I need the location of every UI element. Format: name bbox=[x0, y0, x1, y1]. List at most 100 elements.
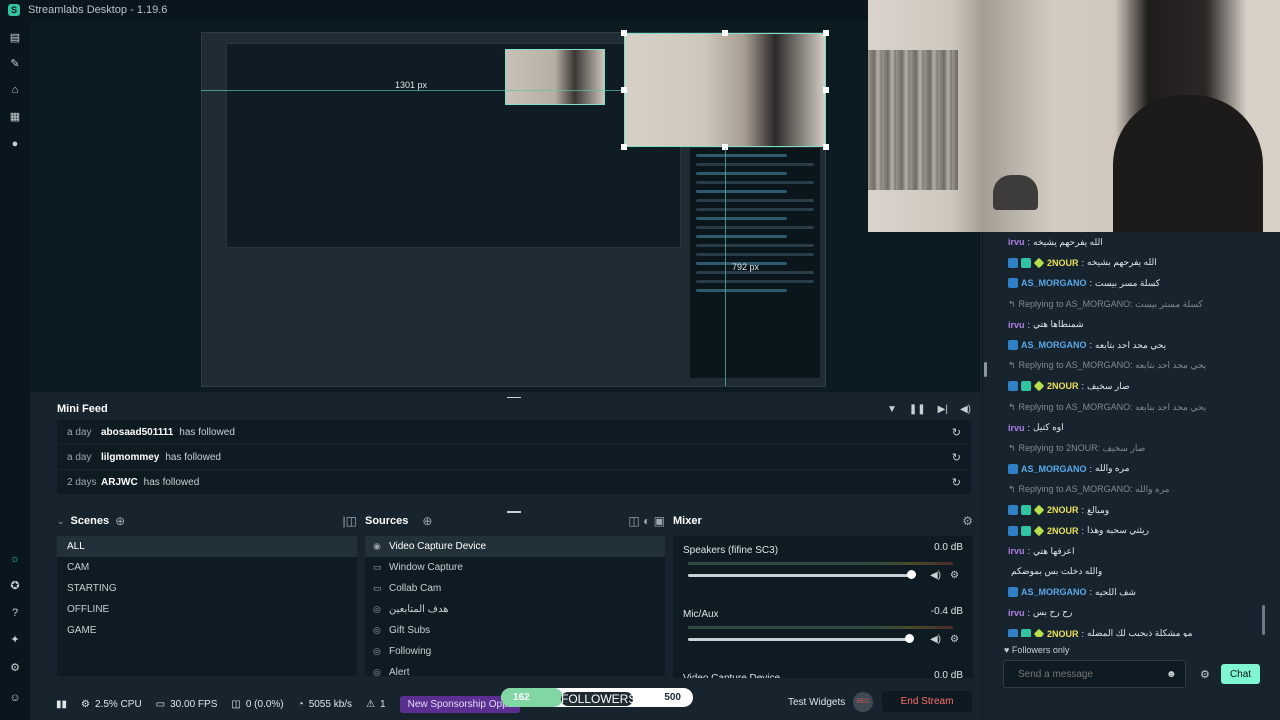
chat-message: 2NOUR: الله يفرحهم بشيخه bbox=[1008, 253, 1270, 274]
channel-db: 0.0 dB bbox=[934, 670, 963, 678]
scene-item[interactable]: STARTING bbox=[57, 578, 357, 599]
skip-icon[interactable]: ▶| bbox=[938, 404, 948, 415]
emoji-icon[interactable]: ☻ bbox=[1166, 669, 1177, 680]
resize-handle[interactable] bbox=[823, 144, 829, 150]
chat-username[interactable]: irvu bbox=[1008, 423, 1025, 433]
themes-icon[interactable]: ✎ bbox=[9, 58, 21, 70]
chat-message: والله دخلت بس بموضكم bbox=[1008, 562, 1270, 583]
badge-icon bbox=[1033, 504, 1045, 516]
goal-target: 500 bbox=[664, 692, 681, 703]
resize-handle[interactable] bbox=[621, 144, 627, 150]
volume-icon[interactable]: ◀) bbox=[960, 404, 971, 415]
add-source-icon[interactable]: ⊕ bbox=[422, 514, 432, 528]
sources-panel: Sources ⊕ ◫ ◐ ▣ ◉ Video Capture Device ▭ W… bbox=[365, 512, 665, 680]
volume-knob[interactable] bbox=[904, 634, 914, 643]
source-item[interactable]: ◎ Alert bbox=[365, 662, 665, 683]
speaker-icon[interactable]: ◀) bbox=[930, 634, 941, 645]
end-stream-button[interactable]: End Stream bbox=[882, 691, 972, 712]
pause-icon[interactable]: ❚❚ bbox=[909, 404, 926, 415]
highlighter-icon[interactable]: ☼ bbox=[9, 553, 21, 565]
profile-icon[interactable]: ☺ bbox=[9, 692, 21, 704]
chat-username[interactable]: irvu bbox=[1008, 237, 1025, 247]
chat-text: رح رح بس bbox=[1033, 607, 1073, 618]
chat-username[interactable]: 2NOUR bbox=[1047, 505, 1079, 515]
resize-handle[interactable] bbox=[722, 30, 728, 36]
record-icon[interactable]: ● bbox=[9, 138, 21, 150]
mixer-settings-icon[interactable]: ⚙ bbox=[962, 514, 973, 528]
chat-username[interactable]: AS_MORGANO bbox=[1021, 278, 1087, 288]
reply-icon: ↰ bbox=[1008, 483, 1016, 494]
chat-username[interactable]: AS_MORGANO bbox=[1021, 340, 1087, 350]
feed-user: lilgmommey bbox=[101, 451, 160, 463]
record-button[interactable]: REC bbox=[853, 692, 873, 712]
chevron-down-icon[interactable]: ⌄ bbox=[57, 516, 65, 527]
width-readout: 1301 px bbox=[395, 80, 428, 90]
badge-icon bbox=[1033, 525, 1045, 536]
warning-stat[interactable]: ⚠ 1 bbox=[366, 699, 386, 710]
reply-text: Replying to AS_MORGANO: كسلة مستر بيست bbox=[1018, 298, 1203, 309]
webcam-source-selected[interactable] bbox=[624, 33, 826, 147]
volume-knob[interactable] bbox=[907, 570, 917, 579]
scene-item[interactable]: CAM bbox=[57, 557, 357, 578]
resize-handle[interactable] bbox=[621, 30, 627, 36]
scene-item[interactable]: GAME bbox=[57, 620, 357, 641]
source-item[interactable]: ▭ Window Capture bbox=[365, 557, 665, 578]
source-item[interactable]: ◉ Video Capture Device bbox=[365, 536, 665, 557]
volume-slider[interactable] bbox=[688, 638, 909, 641]
chat-username[interactable]: 2NOUR bbox=[1047, 381, 1079, 391]
dropped-stat: ◫ 0 (0.0%) bbox=[231, 699, 283, 710]
replay-icon[interactable]: ↻ bbox=[952, 451, 961, 464]
performance-chart-icon[interactable]: ▮▮ bbox=[56, 699, 67, 710]
source-item[interactable]: ▭ Collab Cam bbox=[365, 578, 665, 599]
chat-username[interactable]: 2NOUR bbox=[1047, 526, 1079, 536]
source-item[interactable]: ◎ هدف المتابعين bbox=[365, 599, 665, 620]
source-item[interactable]: ◎ Following bbox=[365, 641, 665, 662]
source-item[interactable]: ◎ Gift Subs bbox=[365, 620, 665, 641]
chat-text: صار سخيف bbox=[1087, 380, 1130, 391]
chat-resize-handle[interactable] bbox=[984, 362, 987, 377]
filter-icon[interactable]: ▼ bbox=[887, 404, 897, 415]
feed-item: a day abosaad501111 has followed ↻ bbox=[57, 420, 971, 445]
chat-username[interactable]: irvu bbox=[1008, 546, 1025, 556]
webcam-feed bbox=[868, 0, 1280, 232]
source-group-icon[interactable]: ◫ ◐ ▣ bbox=[628, 514, 665, 528]
chat-username[interactable]: irvu bbox=[1008, 320, 1025, 330]
chat-username[interactable]: 2NOUR bbox=[1047, 258, 1079, 268]
chat-text: كسلة مسر بيست bbox=[1095, 277, 1161, 288]
chat-username[interactable]: AS_MORGANO bbox=[1021, 587, 1087, 597]
editor-icon[interactable]: ▤ bbox=[9, 32, 21, 44]
studio-mode-icon[interactable]: ✦ bbox=[9, 634, 21, 646]
badge-icon bbox=[1008, 505, 1018, 516]
colon: : bbox=[1081, 505, 1085, 516]
volume-slider[interactable] bbox=[688, 574, 912, 577]
chat-scrollbar[interactable] bbox=[1262, 605, 1265, 635]
media-icon[interactable]: ▦ bbox=[9, 111, 21, 123]
speaker-icon[interactable]: ◀) bbox=[930, 570, 941, 581]
chat-message-input[interactable] bbox=[1003, 660, 1186, 688]
chat-username[interactable]: irvu bbox=[1008, 608, 1025, 618]
settings-icon[interactable]: ⚙ bbox=[9, 662, 21, 674]
store-icon[interactable]: ⌂ bbox=[9, 84, 21, 96]
scene-item[interactable]: ALL bbox=[57, 536, 357, 557]
resize-handle[interactable] bbox=[621, 87, 627, 93]
reply-icon: ↰ bbox=[1008, 298, 1016, 309]
add-scene-icon[interactable]: ⊕ bbox=[115, 514, 125, 528]
learn-icon[interactable]: ✪ bbox=[9, 580, 21, 592]
help-icon[interactable]: ? bbox=[9, 607, 21, 619]
gear-icon[interactable]: ⚙ bbox=[950, 570, 959, 581]
replay-icon[interactable]: ↻ bbox=[952, 426, 961, 439]
badge-icon bbox=[1021, 381, 1031, 392]
chat-username[interactable]: 2NOUR bbox=[1047, 629, 1079, 637]
gear-icon[interactable]: ⚙ bbox=[950, 634, 959, 645]
scene-item[interactable]: OFFLINE bbox=[57, 599, 357, 620]
chat-settings-icon[interactable]: ⚙ bbox=[1200, 668, 1210, 681]
resize-handle[interactable] bbox=[823, 30, 829, 36]
scene-transitions-icon[interactable]: |◫ bbox=[343, 514, 357, 528]
test-widgets-button[interactable]: Test Widgets bbox=[788, 697, 845, 708]
volume-meter bbox=[688, 626, 953, 629]
mixer-channel: Speakers (fifine SC3) 0.0 dB ◀) ⚙ bbox=[683, 542, 963, 606]
resize-handle[interactable] bbox=[823, 87, 829, 93]
chat-send-button[interactable]: Chat bbox=[1221, 664, 1260, 684]
chat-username[interactable]: AS_MORGANO bbox=[1021, 464, 1087, 474]
replay-icon[interactable]: ↻ bbox=[952, 476, 961, 489]
